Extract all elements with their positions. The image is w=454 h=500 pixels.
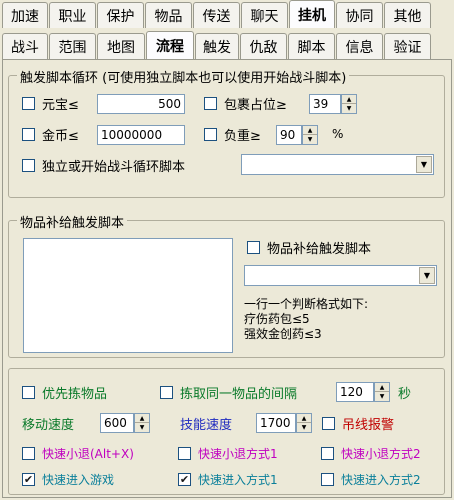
gold-label: 金币≤ <box>42 129 79 144</box>
tab-ditu[interactable]: 地图 <box>97 33 145 59</box>
tab-guaji[interactable]: 挂机 <box>289 0 335 28</box>
supply-textarea[interactable] <box>23 238 233 353</box>
bag-spinner[interactable]: ▲ ▼ <box>341 94 357 114</box>
spin-up-icon[interactable]: ▲ <box>297 414 311 423</box>
script-checkbox[interactable] <box>22 159 35 172</box>
chevron-down-icon[interactable]: ▼ <box>416 156 432 173</box>
tab-jiaoben[interactable]: 脚本 <box>288 33 335 59</box>
tab-baohu[interactable]: 保护 <box>97 2 144 28</box>
tab-choudi[interactable]: 仇敌 <box>240 33 287 59</box>
pick-interval-checkbox[interactable] <box>160 386 173 399</box>
spin-down-icon[interactable]: ▼ <box>375 392 389 401</box>
gold-checkbox[interactable] <box>22 128 35 141</box>
spin-up-icon[interactable]: ▲ <box>375 383 389 392</box>
priority-pick-label: 优先拣物品 <box>42 387 108 402</box>
script-select[interactable]: ▼ <box>241 154 434 175</box>
weight-checkbox[interactable] <box>204 128 217 141</box>
tab-qita[interactable]: 其他 <box>384 2 431 28</box>
spin-down-icon[interactable]: ▼ <box>135 423 149 432</box>
quick-exit-2-label: 快速小退方式2 <box>341 447 421 461</box>
tab-xinxi[interactable]: 信息 <box>336 33 383 59</box>
skill-speed-label: 技能速度 <box>180 418 233 433</box>
pick-interval-input[interactable]: 120 <box>336 382 374 402</box>
spin-up-icon[interactable]: ▲ <box>342 95 356 104</box>
quick-enter-2-checkbox[interactable] <box>321 473 334 486</box>
bag-label: 包裹占位≥ <box>224 98 287 113</box>
quick-enter-2-label: 快速进入方式2 <box>341 473 421 487</box>
supply-note-line-1: 一行一个判断格式如下: <box>244 297 369 311</box>
move-speed-spinner[interactable]: ▲ ▼ <box>134 413 150 433</box>
spin-down-icon[interactable]: ▼ <box>342 104 356 113</box>
weight-input[interactable]: 90 <box>276 125 302 145</box>
tab-fanwei[interactable]: 范围 <box>49 33 96 59</box>
alarm-label: 吊线报警 <box>342 418 395 433</box>
bag-checkbox[interactable] <box>204 97 217 110</box>
supply-select[interactable]: ▼ <box>244 265 437 286</box>
script-label: 独立或开始战斗循环脚本 <box>42 160 186 175</box>
gold-input[interactable]: 10000000 <box>97 125 185 145</box>
weight-spinner[interactable]: ▲ ▼ <box>302 125 318 145</box>
yuanbao-input[interactable]: 500 <box>97 94 185 114</box>
alarm-checkbox[interactable] <box>322 417 335 430</box>
spin-up-icon[interactable]: ▲ <box>135 414 149 423</box>
quick-enter-1-checkbox[interactable]: ✔ <box>178 473 191 486</box>
bag-input[interactable]: 39 <box>309 94 341 114</box>
tab-xietong[interactable]: 协同 <box>336 2 383 28</box>
pick-interval-unit: 秒 <box>398 387 412 402</box>
quick-exit-checkbox[interactable] <box>22 447 35 460</box>
tab-zhandou[interactable]: 战斗 <box>2 33 48 59</box>
supply-note-line-2: 疗伤药包≤5 <box>244 312 310 326</box>
tab-liucheng[interactable]: 流程 <box>146 31 194 59</box>
supply-checkbox[interactable] <box>247 241 260 254</box>
skill-speed-spinner[interactable]: ▲ ▼ <box>296 413 312 433</box>
supply-checkbox-label: 物品补给触发脚本 <box>267 242 372 257</box>
quick-enter-label: 快速进入游戏 <box>42 473 115 487</box>
supply-note-line-3: 强效金创药≤3 <box>244 327 322 341</box>
pick-interval-spinner[interactable]: ▲ ▼ <box>374 382 390 402</box>
spin-down-icon[interactable]: ▼ <box>303 135 317 144</box>
tab-chufa[interactable]: 触发 <box>195 33 239 59</box>
quick-exit-label: 快速小退(Alt+X) <box>42 447 134 461</box>
tab-jiasu[interactable]: 加速 <box>2 2 48 28</box>
quick-exit-2-checkbox[interactable] <box>321 447 334 460</box>
quick-exit-1-label: 快速小退方式1 <box>198 447 278 461</box>
tab-wupin[interactable]: 物品 <box>145 2 192 28</box>
tab-liaotian[interactable]: 聊天 <box>241 2 288 28</box>
skill-speed-input[interactable]: 1700 <box>256 413 296 433</box>
supply-group-title: 物品补给触发脚本 <box>17 212 128 231</box>
quick-exit-1-checkbox[interactable] <box>178 447 191 460</box>
pick-interval-label: 拣取同一物品的间隔 <box>180 387 298 402</box>
tab-yanzheng[interactable]: 验证 <box>384 33 431 59</box>
quick-enter-checkbox[interactable]: ✔ <box>22 473 35 486</box>
move-speed-label: 移动速度 <box>22 418 75 433</box>
spin-up-icon[interactable]: ▲ <box>303 126 317 135</box>
yuanbao-checkbox[interactable] <box>22 97 35 110</box>
tab-zhiye[interactable]: 职业 <box>49 2 96 28</box>
priority-pick-checkbox[interactable] <box>22 386 35 399</box>
move-speed-input[interactable]: 600 <box>100 413 134 433</box>
weight-unit: % <box>332 127 344 141</box>
loop-group-title: 触发脚本循环 (可使用独立脚本也可以使用开始战斗脚本) <box>17 67 350 86</box>
chevron-down-icon[interactable]: ▼ <box>419 267 435 284</box>
quick-enter-1-label: 快速进入方式1 <box>198 473 278 487</box>
spin-down-icon[interactable]: ▼ <box>297 423 311 432</box>
weight-label: 负重≥ <box>224 129 261 144</box>
tab-chuansong[interactable]: 传送 <box>193 2 240 28</box>
yuanbao-label: 元宝≤ <box>42 98 79 113</box>
